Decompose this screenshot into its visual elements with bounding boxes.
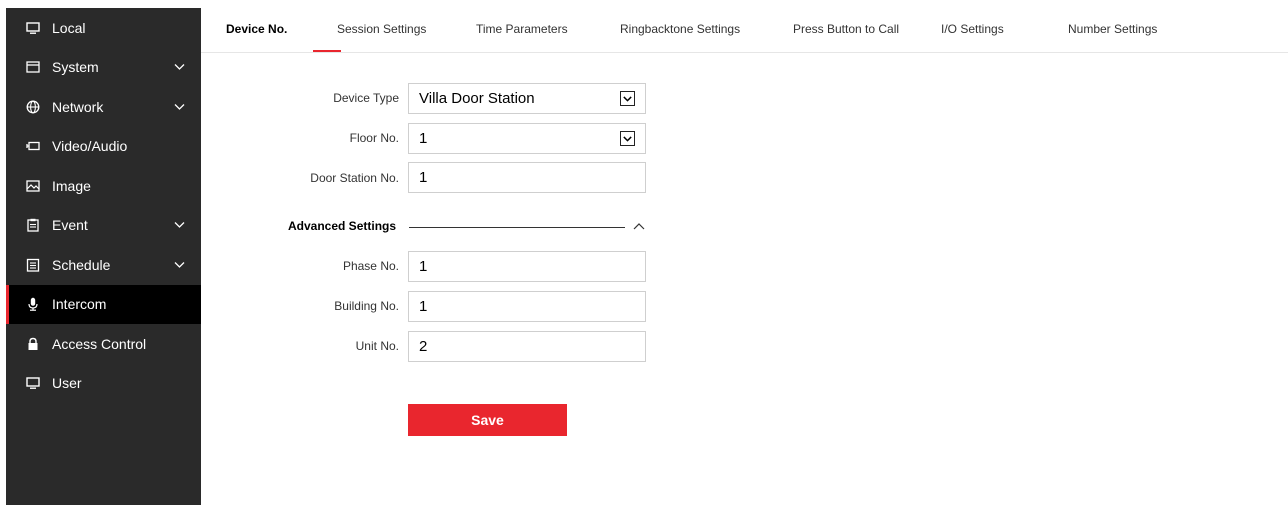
- chevron-down-icon: [620, 131, 635, 146]
- globe-icon: [26, 100, 40, 114]
- sidebar-item-label: Network: [52, 98, 104, 115]
- device-type-select[interactable]: Villa Door Station: [408, 83, 646, 114]
- sidebar-item-label: System: [52, 59, 99, 76]
- unit-no-field[interactable]: 2: [408, 331, 646, 362]
- tab-io-settings[interactable]: I/O Settings: [941, 22, 1004, 36]
- chevron-down-icon: [174, 103, 185, 110]
- tab-time-parameters[interactable]: Time Parameters: [476, 22, 568, 36]
- sidebar-item-user[interactable]: User: [6, 364, 201, 404]
- tab-ringbacktone-settings[interactable]: Ringbacktone Settings: [620, 22, 740, 36]
- phase-no-field[interactable]: 1: [408, 251, 646, 282]
- sidebar-item-label: Intercom: [52, 296, 107, 313]
- phase-no-value: 1: [419, 258, 428, 275]
- microphone-icon: [26, 297, 40, 312]
- device-type-label: Device Type: [333, 91, 399, 105]
- monitor-icon: [26, 376, 40, 390]
- building-no-label: Building No.: [334, 299, 399, 313]
- clipboard-icon: [26, 218, 40, 232]
- lock-icon: [26, 337, 40, 351]
- chevron-down-icon: [174, 261, 185, 268]
- chevron-down-icon: [620, 91, 635, 106]
- section-divider: [409, 227, 625, 228]
- sidebar-item-network[interactable]: Network: [6, 87, 201, 127]
- sidebar-item-label: Event: [52, 217, 88, 234]
- building-no-field[interactable]: 1: [408, 291, 646, 322]
- unit-no-value: 2: [419, 338, 428, 355]
- sidebar-item-local[interactable]: Local: [6, 8, 201, 48]
- sidebar-item-label: Access Control: [52, 335, 147, 352]
- tab-device-no[interactable]: Device No.: [226, 22, 287, 36]
- tab-press-button-to-call[interactable]: Press Button to Call: [793, 22, 899, 36]
- door-station-no-field[interactable]: 1: [408, 162, 646, 193]
- sidebar-item-access-control[interactable]: Access Control: [6, 324, 201, 364]
- tab-bar: Device No. Session Settings Time Paramet…: [201, 0, 1288, 53]
- sidebar-item-label: Local: [52, 19, 86, 36]
- floor-no-value: 1: [419, 130, 428, 147]
- unit-no-label: Unit No.: [355, 339, 399, 353]
- image-icon: [26, 179, 40, 193]
- sidebar-item-system[interactable]: System: [6, 48, 201, 88]
- floor-no-label: Floor No.: [349, 131, 399, 145]
- chevron-down-icon: [174, 222, 185, 229]
- door-station-no-value: 1: [419, 169, 428, 186]
- tab-session-settings[interactable]: Session Settings: [337, 22, 426, 36]
- sidebar-item-schedule[interactable]: Schedule: [6, 245, 201, 285]
- sidebar-item-intercom[interactable]: Intercom: [6, 284, 201, 324]
- sidebar-item-event[interactable]: Event: [6, 206, 201, 246]
- video-icon: [26, 139, 40, 153]
- advanced-settings-title: Advanced Settings: [288, 219, 397, 233]
- chevron-up-icon[interactable]: [632, 221, 646, 231]
- window-icon: [26, 60, 40, 74]
- sidebar-item-label: User: [52, 375, 82, 392]
- sidebar-item-image[interactable]: Image: [6, 166, 201, 206]
- chevron-down-icon: [174, 64, 185, 71]
- sidebar-item-label: Video/Audio: [52, 138, 128, 155]
- phase-no-label: Phase No.: [342, 259, 399, 273]
- save-button[interactable]: Save: [408, 404, 567, 436]
- active-tab-indicator: [313, 50, 341, 52]
- door-station-no-label: Door Station No.: [310, 171, 399, 185]
- calendar-icon: [26, 258, 40, 272]
- floor-no-select[interactable]: 1: [408, 123, 646, 154]
- sidebar-item-label: Schedule: [52, 256, 111, 273]
- tab-number-settings[interactable]: Number Settings: [1068, 22, 1157, 36]
- sidebar-item-video-audio[interactable]: Video/Audio: [6, 127, 201, 167]
- building-no-value: 1: [419, 298, 428, 315]
- monitor-icon: [26, 21, 40, 35]
- sidebar-item-label: Image: [52, 177, 91, 194]
- sidebar: Local System Network Video/Audio Image E…: [6, 8, 201, 505]
- device-type-value: Villa Door Station: [419, 90, 535, 107]
